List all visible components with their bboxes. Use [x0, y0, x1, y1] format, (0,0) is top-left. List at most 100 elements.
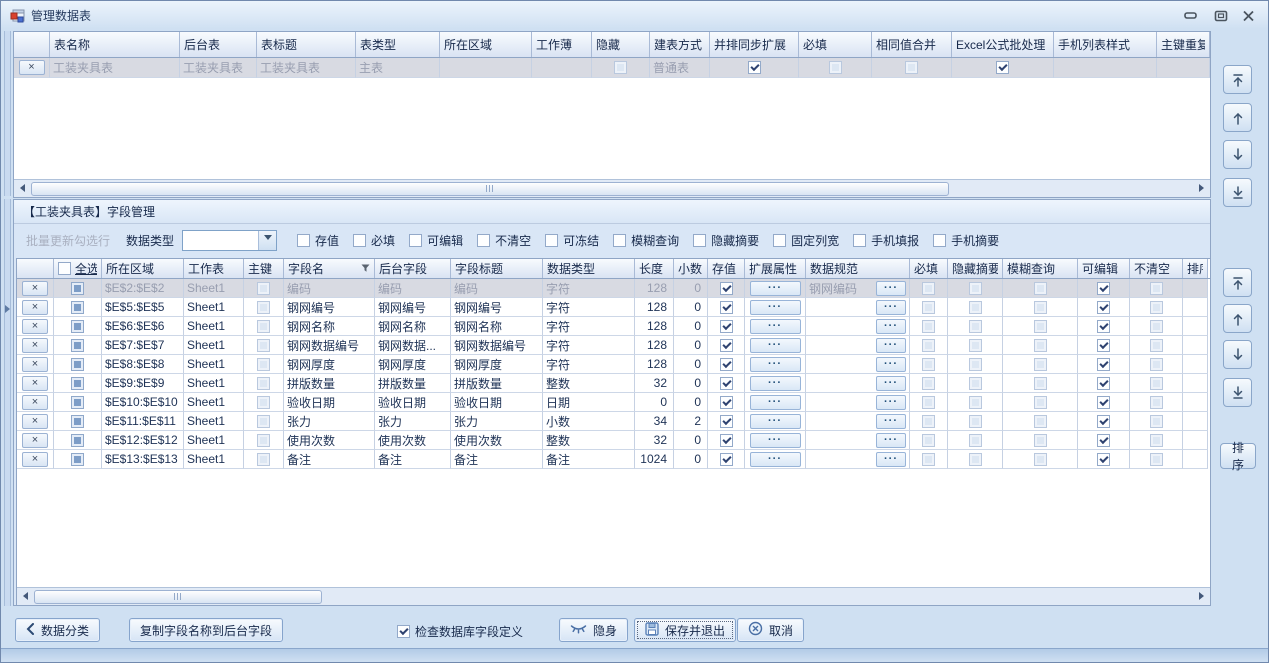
- checkbox[interactable]: [71, 453, 84, 466]
- checkbox[interactable]: [969, 301, 982, 314]
- checkbox[interactable]: [71, 320, 84, 333]
- column-header-editable[interactable]: 可编辑: [1078, 259, 1130, 278]
- ellipsis-button[interactable]: ···: [750, 357, 801, 372]
- checkbox[interactable]: [613, 234, 626, 247]
- minimize-button[interactable]: [1184, 12, 1198, 20]
- column-header-required[interactable]: 必填: [799, 32, 872, 57]
- column-header-backend[interactable]: 后台表: [180, 32, 257, 57]
- ellipsis-button[interactable]: ···: [750, 338, 801, 353]
- checkbox[interactable]: [1034, 301, 1047, 314]
- checkbox[interactable]: [720, 301, 733, 314]
- checkbox[interactable]: [257, 358, 270, 371]
- checkbox[interactable]: [922, 396, 935, 409]
- checkbox[interactable]: [409, 234, 422, 247]
- checkbox[interactable]: [1097, 282, 1110, 295]
- column-header-hidden[interactable]: 隐藏: [592, 32, 650, 57]
- maximize-button[interactable]: [1214, 10, 1228, 22]
- column-header-ext[interactable]: 扩展属性: [745, 259, 806, 278]
- checkbox[interactable]: [1097, 396, 1110, 409]
- checkbox[interactable]: [1097, 415, 1110, 428]
- scrollbar-thumb[interactable]: [34, 590, 322, 604]
- column-header-sync_expand[interactable]: 并排同步扩展: [710, 32, 799, 57]
- checkbox[interactable]: [969, 396, 982, 409]
- checkbox[interactable]: [922, 301, 935, 314]
- column-header-no_clear[interactable]: 不清空: [1130, 259, 1183, 278]
- field-move-top-button[interactable]: [1223, 268, 1252, 297]
- field-move-bottom-button[interactable]: [1223, 378, 1252, 407]
- save-exit-button[interactable]: 保存并退出: [634, 618, 736, 642]
- column-header-book[interactable]: 工作薄: [532, 32, 592, 57]
- column-header-merge_same[interactable]: 相同值合并: [872, 32, 952, 57]
- checkbox[interactable]: [829, 61, 842, 74]
- checkbox[interactable]: [1034, 282, 1047, 295]
- delete-row-button[interactable]: ×: [22, 433, 48, 448]
- toolbar-checkbox[interactable]: 存值: [297, 232, 339, 249]
- table-row[interactable]: ×工装夹具表工装夹具表工装夹具表主表普通表: [14, 58, 1210, 78]
- column-header-backend[interactable]: 后台字段: [375, 259, 451, 278]
- column-header-area[interactable]: 所在区域: [102, 259, 184, 278]
- column-header-del[interactable]: [14, 32, 50, 57]
- checkbox[interactable]: [1034, 396, 1047, 409]
- checkbox[interactable]: [1097, 434, 1110, 447]
- checkbox[interactable]: [297, 234, 310, 247]
- column-header-sheet[interactable]: 工作表: [184, 259, 244, 278]
- checkbox[interactable]: [773, 234, 786, 247]
- checkbox[interactable]: [922, 453, 935, 466]
- checkbox[interactable]: [477, 234, 490, 247]
- column-header-required[interactable]: 必填: [910, 259, 948, 278]
- table-row[interactable]: ×$E$10:$E$10Sheet1验收日期验收日期验收日期日期00······: [17, 393, 1210, 412]
- checkbox[interactable]: [397, 625, 410, 638]
- cancel-button[interactable]: 取消: [737, 618, 804, 642]
- checkbox[interactable]: [922, 320, 935, 333]
- checkbox[interactable]: [969, 415, 982, 428]
- ellipsis-button[interactable]: ···: [750, 395, 801, 410]
- checkbox[interactable]: [71, 358, 84, 371]
- checkbox[interactable]: [614, 61, 627, 74]
- column-header-spec[interactable]: 数据规范: [806, 259, 910, 278]
- checkbox[interactable]: [853, 234, 866, 247]
- checkbox[interactable]: [1034, 320, 1047, 333]
- checkbox[interactable]: [1097, 320, 1110, 333]
- checkbox[interactable]: [1150, 396, 1163, 409]
- ellipsis-button[interactable]: ···: [876, 338, 906, 353]
- ellipsis-button[interactable]: ···: [750, 281, 801, 296]
- checkbox[interactable]: [922, 339, 935, 352]
- toolbar-checkbox[interactable]: 固定列宽: [773, 232, 839, 249]
- delete-row-button[interactable]: ×: [22, 300, 48, 315]
- checkbox[interactable]: [1034, 453, 1047, 466]
- sort-button[interactable]: 排序: [1220, 443, 1256, 469]
- left-splitter-top[interactable]: [4, 31, 11, 196]
- delete-row-button[interactable]: ×: [22, 338, 48, 353]
- field-move-up-button[interactable]: [1223, 304, 1252, 333]
- toolbar-checkbox[interactable]: 可冻结: [545, 232, 599, 249]
- checkbox[interactable]: [1097, 358, 1110, 371]
- table-row[interactable]: ×$E$13:$E$13Sheet1备注备注备注备注10240······: [17, 450, 1210, 469]
- checkbox[interactable]: [257, 415, 270, 428]
- top-grid-hscrollbar[interactable]: [14, 179, 1210, 197]
- table-row[interactable]: ×$E$9:$E$9Sheet1拼版数量拼版数量拼版数量整数320······: [17, 374, 1210, 393]
- ellipsis-button[interactable]: ···: [750, 414, 801, 429]
- scroll-right-icon[interactable]: [1194, 180, 1210, 196]
- ellipsis-button[interactable]: ···: [876, 357, 906, 372]
- checkbox[interactable]: [257, 453, 270, 466]
- toolbar-checkbox[interactable]: 手机填报: [853, 232, 919, 249]
- copy-fields-button[interactable]: 复制字段名称到后台字段: [129, 618, 283, 642]
- checkbox[interactable]: [257, 282, 270, 295]
- checkbox[interactable]: [1150, 301, 1163, 314]
- delete-row-button[interactable]: ×: [22, 281, 48, 296]
- checkbox[interactable]: [1034, 415, 1047, 428]
- checkbox[interactable]: [1097, 339, 1110, 352]
- checkbox[interactable]: [693, 234, 706, 247]
- table-row[interactable]: ×$E$7:$E$7Sheet1钢网数据编号钢网数据...钢网数据编号字符128…: [17, 336, 1210, 355]
- checkbox[interactable]: [969, 453, 982, 466]
- column-header-dec[interactable]: 小数: [674, 259, 708, 278]
- checkbox[interactable]: [922, 282, 935, 295]
- table-row[interactable]: ×$E$6:$E$6Sheet1钢网名称钢网名称钢网名称字符1280······: [17, 317, 1210, 336]
- column-header-hide_summary[interactable]: 隐藏摘要: [948, 259, 1003, 278]
- checkbox[interactable]: [905, 61, 918, 74]
- checkbox[interactable]: [58, 262, 71, 275]
- column-header-len[interactable]: 长度: [635, 259, 674, 278]
- move-bottom-button[interactable]: [1223, 178, 1252, 207]
- column-header-excel_batch[interactable]: Excel公式批处理: [952, 32, 1054, 57]
- checkbox[interactable]: [1034, 339, 1047, 352]
